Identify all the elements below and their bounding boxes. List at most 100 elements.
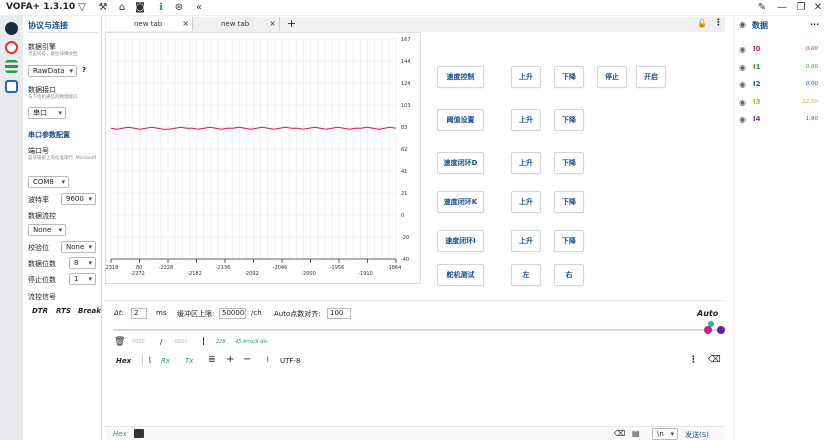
channel-value: 1.90	[805, 116, 818, 122]
flow-select[interactable]: None	[28, 224, 66, 236]
speed-i-button[interactable]: 速度闭环I	[437, 230, 484, 252]
stopbits-label: 停止位数	[28, 276, 56, 284]
baud-label: 波特率	[28, 196, 49, 204]
down-button-1[interactable]: 下降	[554, 66, 584, 88]
waveform-chart[interactable]: 167 144 124 103 83 62 41 21 0 -20 -40 -2318 -2272 -22…	[104, 33, 422, 285]
timestamp-icon[interactable]: ⌊	[149, 356, 152, 364]
servo-test-button[interactable]: 舵机测试	[437, 264, 484, 286]
up-button-1[interactable]: 上升	[511, 66, 541, 88]
pin-icon[interactable]: ✎	[756, 2, 768, 14]
record-icon[interactable]	[5, 41, 18, 54]
hex-toggle[interactable]: Hex	[116, 357, 131, 365]
send-button[interactable]: 发送(S)	[685, 430, 709, 440]
windows-icon[interactable]	[5, 80, 18, 93]
lock-icon[interactable]: 🔓	[697, 19, 707, 28]
zoom-slider-track[interactable]	[113, 329, 723, 331]
data-panel: ◉ 数据 ··· ◉ I0 0.00 ◉ I1 0.00 ◉ I2 0.00 ◉ I3 22.00 ◉ I…	[733, 16, 824, 440]
up-button-5[interactable]: 上升	[511, 230, 541, 252]
speed-k-button[interactable]: 速度闭环K	[437, 191, 484, 213]
channel-visibility-icon[interactable]: ◉	[739, 98, 746, 107]
eraser-icon[interactable]: ⌫	[708, 355, 721, 365]
history-icon[interactable]: ▤	[632, 429, 640, 438]
tab-2[interactable]: new tab ×	[193, 17, 280, 31]
down-button-4[interactable]: 下降	[554, 191, 584, 213]
break-toggle[interactable]: Break	[78, 307, 101, 315]
channel-value: 0.00	[805, 63, 818, 70]
wrap-icon[interactable]: ≣	[208, 355, 216, 365]
rx-toggle[interactable]: Rx	[161, 357, 170, 365]
baud-select[interactable]: 9600	[61, 193, 96, 205]
x-tick-label: -2272	[130, 271, 145, 277]
tab-1[interactable]: new tab ×	[106, 17, 193, 31]
clear-send-icon[interactable]: ⌫	[614, 429, 625, 438]
attach-icon[interactable]	[134, 429, 144, 438]
close-icon[interactable]: ✕	[812, 2, 824, 14]
x-tick-label: -1956	[330, 265, 345, 271]
info-icon[interactable]: ℹ	[155, 2, 167, 14]
zoom-out-icon[interactable]: −	[243, 354, 251, 365]
filter-icon[interactable]: ▽	[76, 2, 88, 14]
list-icon[interactable]	[5, 60, 18, 73]
speed-d-button[interactable]: 速度闭环D	[437, 152, 484, 174]
left-button[interactable]: 左	[511, 264, 541, 286]
tx-toggle[interactable]: Tx	[185, 357, 193, 365]
align-input[interactable]: 100	[327, 308, 351, 319]
camera-icon[interactable]: ◙	[134, 2, 146, 14]
tab-close-icon[interactable]: ×	[182, 17, 189, 31]
restore-icon[interactable]: ❐	[795, 2, 807, 14]
tab-close-icon[interactable]: ×	[269, 17, 276, 31]
port-select[interactable]: COM8	[28, 176, 69, 188]
dtr-toggle[interactable]: DTR	[32, 307, 48, 315]
trash-icon[interactable]: 🗑	[114, 337, 125, 347]
newline-select[interactable]: \n	[652, 428, 678, 440]
threshold-button[interactable]: 阈值设置	[437, 109, 484, 131]
collapse-icon[interactable]: «	[193, 2, 205, 14]
interface-select[interactable]: 串口	[28, 107, 66, 119]
databits-select[interactable]: 8	[69, 257, 96, 269]
up-button-4[interactable]: 上升	[511, 191, 541, 213]
channel-visibility-icon[interactable]: ◉	[739, 115, 746, 124]
y-tick-label: 83	[401, 125, 407, 131]
shirt-icon[interactable]: ⌂	[116, 2, 128, 14]
up-button-2[interactable]: 上升	[511, 109, 541, 131]
minimize-icon[interactable]: —	[776, 2, 788, 14]
up-button-3[interactable]: 上升	[511, 152, 541, 174]
zoom-slider-end[interactable]	[717, 326, 725, 334]
stop-button[interactable]: 停止	[597, 66, 627, 88]
encoding-icon[interactable]: ⌇	[266, 356, 269, 364]
channel-visibility-icon[interactable]: ◉	[739, 80, 746, 89]
speed-control-button[interactable]: 速度控制	[437, 66, 484, 88]
zoom-in-icon[interactable]: +	[226, 354, 234, 365]
down-button-3[interactable]: 下降	[554, 152, 584, 174]
buffer-unit: /ch	[251, 309, 262, 317]
start-button[interactable]: 开启	[636, 66, 666, 88]
web-icon[interactable]: ⊛	[173, 2, 185, 14]
send-hex-toggle[interactable]: Hex	[113, 430, 127, 438]
stat-b: 0000	[175, 339, 188, 345]
right-button[interactable]: 右	[554, 264, 584, 286]
help-icon[interactable]: ?	[82, 66, 86, 74]
zoom-slider-marker[interactable]	[708, 321, 714, 327]
wrench-icon[interactable]: ⚒	[97, 2, 109, 14]
encoding-select[interactable]: UTF-8	[280, 357, 300, 365]
connection-icon[interactable]	[5, 22, 18, 35]
tab-menu-icon[interactable]: ⋮	[714, 18, 723, 28]
parity-select[interactable]: None	[61, 241, 96, 253]
engine-select[interactable]: RawData	[28, 65, 77, 77]
add-tab-button[interactable]: +	[287, 17, 296, 31]
log-menu-icon[interactable]: ⋮	[689, 355, 698, 365]
channel-visibility-icon[interactable]: ◉	[739, 63, 746, 72]
channel-visibility-icon[interactable]: ◉	[739, 45, 746, 54]
plot-area[interactable]: 167 144 124 103 83 62 41 21 0 -20 -40 -2318 -2272 -22…	[104, 32, 422, 285]
rts-toggle[interactable]: RTS	[56, 307, 71, 315]
app-title: VOFA+ 1.3.10	[6, 2, 76, 12]
eye-icon[interactable]: ◉	[739, 20, 746, 29]
dt-input[interactable]: 2	[131, 308, 147, 319]
port-hint: 蓝牙链接上的标准串行, Microsoft	[28, 156, 97, 161]
down-button-2[interactable]: 下降	[554, 109, 584, 131]
buffer-input[interactable]: 50000	[219, 308, 246, 319]
down-button-5[interactable]: 下降	[554, 230, 584, 252]
more-icon[interactable]: ···	[810, 20, 819, 29]
stopbits-select[interactable]: 1	[69, 273, 96, 285]
zoom-slider-handle[interactable]	[704, 326, 712, 334]
